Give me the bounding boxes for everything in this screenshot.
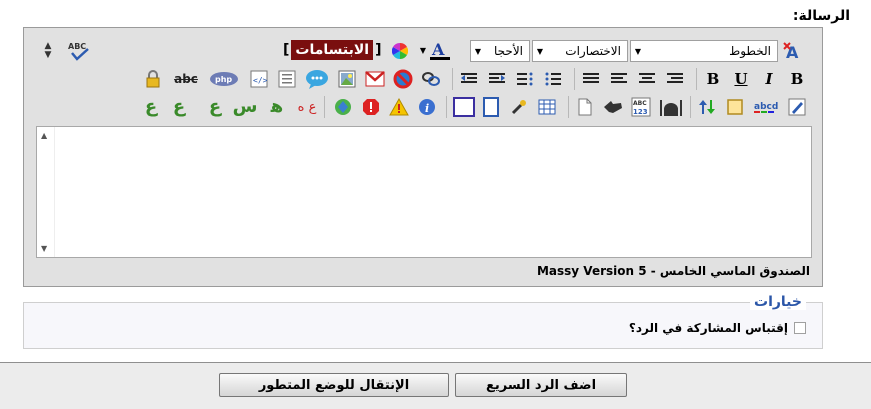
editor-toolbar-row-1: A الخطوط ▼ الاختصارات ▼ الأحجا ▼ A ▼ [ا…: [24, 38, 824, 64]
globe-icon[interactable]: [332, 96, 354, 118]
svg-text:A: A: [431, 40, 445, 59]
toolbar-separator: [452, 68, 453, 90]
svg-text:php: php: [215, 75, 232, 84]
bold-alt-icon[interactable]: B: [702, 68, 724, 90]
svg-text:ABC: ABC: [68, 42, 86, 51]
lock-icon[interactable]: [142, 68, 164, 90]
options-fieldset: خيارات إقتباس المشاركة في الرد؟: [23, 294, 823, 349]
toolbar-separator: [574, 68, 575, 90]
scroll-up-icon[interactable]: ▲: [41, 131, 47, 140]
speech-bubble-icon[interactable]: [304, 68, 330, 90]
shortcuts-select-value: الاختصارات: [565, 44, 621, 58]
font-color-icon[interactable]: A: [428, 40, 456, 62]
form-actions-bar: اضف الرد السريع الإنتقال للوضع المتطور: [0, 362, 871, 409]
size-select[interactable]: الأحجا ▼: [470, 40, 530, 62]
size-select-value: الأحجا: [494, 44, 523, 58]
color-palette-icon[interactable]: [390, 41, 410, 61]
sort-icon[interactable]: [696, 96, 718, 118]
tools-icon[interactable]: [508, 96, 530, 118]
square-icon[interactable]: [452, 96, 476, 118]
arabic-letters-1[interactable]: ع ه: [294, 96, 320, 118]
svg-text:ABC: ABC: [633, 100, 647, 107]
arrow-down-icon: ▼: [44, 50, 52, 60]
resize-icon[interactable]: ▲ ▼: [40, 40, 56, 62]
document-icon[interactable]: [574, 96, 596, 118]
options-legend: خيارات: [750, 294, 806, 310]
svg-text:i: i: [425, 102, 429, 115]
toolbar-separator: [446, 96, 447, 118]
arabic-letters-5[interactable]: ع: [168, 96, 190, 118]
info-icon[interactable]: i: [416, 96, 438, 118]
unordered-list-icon[interactable]: [514, 68, 536, 90]
font-select[interactable]: الخطوط ▼: [630, 40, 778, 62]
code-icon[interactable]: [276, 68, 298, 90]
justify-icon[interactable]: [580, 68, 602, 90]
arabic-letters-3[interactable]: س: [232, 96, 258, 118]
image-icon[interactable]: [336, 68, 358, 90]
quote-post-label[interactable]: إقتباس المشاركة في الرد؟: [629, 321, 788, 335]
remove-link-icon[interactable]: [392, 68, 414, 90]
editor-version-text: Massy Version 5 - الصندوق الماسي الخامس: [536, 264, 810, 278]
underline-icon[interactable]: U: [730, 68, 752, 90]
smilies-link[interactable]: [ الابتسامات ]: [283, 40, 382, 60]
edit-icon[interactable]: [786, 96, 808, 118]
advanced-mode-button[interactable]: الإنتقال للوضع المتطور: [219, 373, 449, 397]
align-right-icon[interactable]: [664, 68, 686, 90]
chevron-down-icon: ▼: [474, 46, 482, 56]
toolbar-separator: [690, 96, 691, 118]
textarea-scrollbar[interactable]: ▲ ▼: [37, 127, 55, 257]
editor-toolbar-row-3: abcd ABC 123 i ع ه ﻫ س ع ع ع: [24, 94, 824, 120]
smilies-label: الابتسامات: [291, 40, 374, 60]
stop-icon[interactable]: [360, 96, 382, 118]
align-center-icon[interactable]: [636, 68, 658, 90]
box-icon[interactable]: [724, 96, 746, 118]
outdent-icon[interactable]: [458, 68, 480, 90]
ordered-list-icon[interactable]: [542, 68, 564, 90]
chevron-down-icon: ▼: [634, 46, 642, 56]
message-textarea[interactable]: ▲ ▼: [36, 126, 812, 258]
arabic-letters-4[interactable]: ع: [204, 96, 226, 118]
indent-icon[interactable]: [486, 68, 508, 90]
spellcheck-icon[interactable]: ABC: [66, 40, 92, 62]
font-select-value: الخطوط: [729, 44, 771, 58]
php-icon[interactable]: php: [208, 68, 240, 90]
quick-reply-button[interactable]: اضف الرد السريع: [455, 373, 627, 397]
smilies-bracket-open: [: [283, 42, 290, 58]
toolbar-separator: [696, 68, 697, 90]
chevron-down-icon[interactable]: ▼: [418, 42, 428, 60]
rich-text-editor: A الخطوط ▼ الاختصارات ▼ الأحجا ▼ A ▼ [ا…: [23, 27, 823, 287]
scroll-down-icon[interactable]: ▼: [41, 244, 47, 253]
mosque-icon[interactable]: [658, 96, 684, 118]
svg-text:123: 123: [633, 108, 648, 116]
arabic-letters-2[interactable]: ﻫ: [266, 96, 288, 118]
hand-icon[interactable]: [602, 96, 624, 118]
html-icon[interactable]: </>: [248, 68, 270, 90]
word-count-icon[interactable]: abcd: [752, 96, 780, 118]
svg-text:</>: </>: [253, 76, 268, 85]
email-icon[interactable]: [364, 68, 386, 90]
chevron-down-icon: ▼: [536, 46, 544, 56]
smilies-bracket-close: ]: [375, 42, 382, 58]
toolbar-separator: [324, 96, 325, 118]
quote-post-checkbox[interactable]: [794, 322, 806, 334]
link-icon[interactable]: [420, 68, 442, 90]
message-label: الرسالة:: [792, 8, 850, 24]
strikethrough-icon[interactable]: abc: [172, 68, 200, 90]
toolbar-separator: [568, 96, 569, 118]
bold-icon[interactable]: B: [786, 68, 808, 90]
abc123-icon[interactable]: ABC 123: [630, 96, 652, 118]
table-icon[interactable]: [536, 96, 558, 118]
editor-toolbar-row-2: B I U B </> php abc: [24, 66, 824, 92]
italic-icon[interactable]: I: [758, 68, 780, 90]
svg-text:abcd: abcd: [754, 102, 778, 112]
page-icon[interactable]: [480, 96, 502, 118]
warning-icon[interactable]: [388, 96, 410, 118]
arabic-letters-6[interactable]: ع: [140, 96, 162, 118]
align-left-icon[interactable]: [608, 68, 630, 90]
format-wizard-icon[interactable]: A: [781, 40, 805, 62]
shortcuts-select[interactable]: الاختصارات ▼: [532, 40, 628, 62]
